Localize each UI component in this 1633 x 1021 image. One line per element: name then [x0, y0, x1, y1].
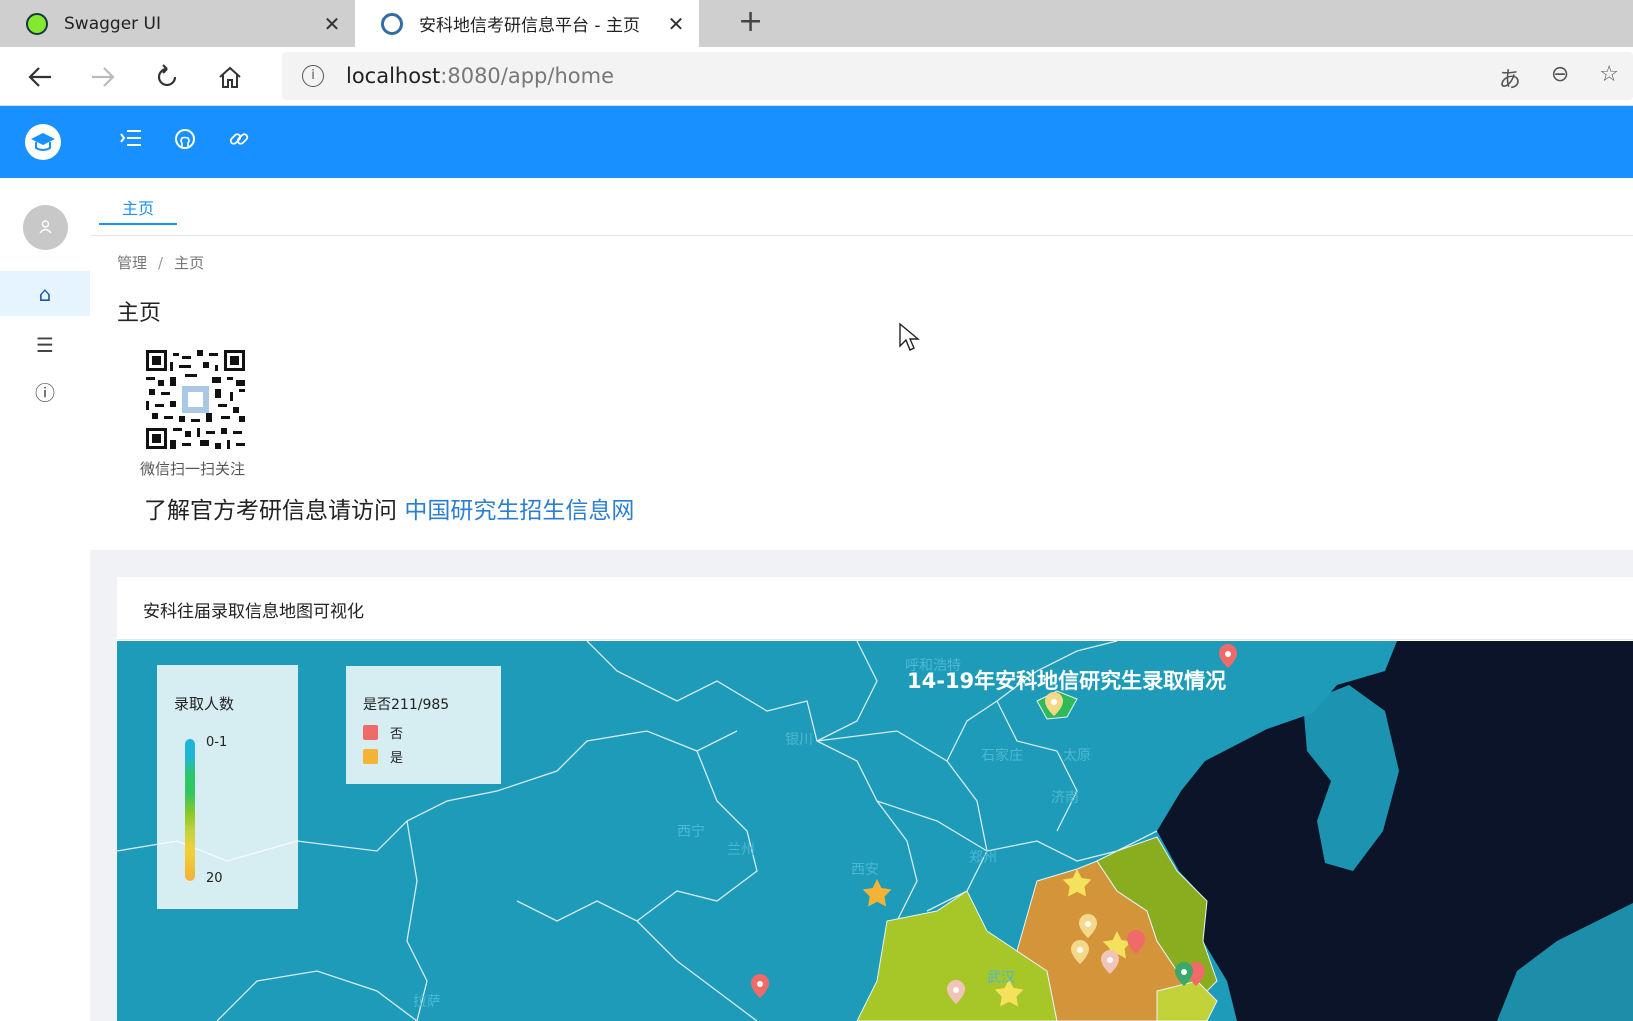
home-icon[interactable]: [210, 57, 250, 97]
menu-fold-icon[interactable]: [117, 128, 145, 156]
sidebar: ⌂ ☰ ⓘ: [0, 178, 90, 1021]
chsi-link[interactable]: 中国研究生招生信息网: [404, 498, 634, 524]
url-text: localhost:8080/app/home: [346, 64, 614, 88]
home-icon: ⌂: [38, 281, 52, 306]
list-icon: ☰: [36, 332, 54, 357]
graduation-cap-icon[interactable]: [25, 124, 61, 160]
tab-title: Swagger UI: [64, 13, 162, 34]
favorite-star-icon[interactable]: ☆: [1599, 62, 1619, 94]
mouse-cursor-icon: [899, 322, 920, 351]
map-card: 安科往届录取信息地图可视化 呼和浩特 银川 石家庄 济南 西宁 兰州 郑州 西安…: [117, 577, 1633, 1021]
official-info-prefix: 了解官方考研信息请访问: [144, 498, 405, 524]
card-divider: [117, 639, 1633, 640]
tab-title: 安科地信考研信息平台 - 主页: [419, 16, 640, 36]
breadcrumb-separator: /: [158, 254, 164, 272]
legend-label: 是: [390, 751, 404, 766]
page-title: 主页: [117, 301, 162, 326]
official-info-text: 了解官方考研信息请访问 中国研究生招生信息网: [144, 491, 634, 525]
city-label: 太原: [1063, 748, 1091, 764]
translate-icon[interactable]: あ: [1499, 62, 1521, 94]
legend-title: 是否211/985: [363, 697, 450, 713]
city-label: 兰州: [727, 842, 755, 858]
breadcrumb-item-home: 主页: [174, 254, 205, 272]
browser-tab-bar: Swagger UI ✕ 安科地信考研信息平台 - 主页 ✕ +: [0, 0, 1633, 47]
city-label: 石家庄: [981, 748, 1023, 764]
site-info-icon[interactable]: i: [302, 65, 324, 87]
city-label: 郑州: [969, 850, 997, 866]
city-label: 拉萨: [413, 994, 441, 1010]
sidebar-item-list[interactable]: ☰: [0, 322, 90, 367]
link-icon[interactable]: [225, 128, 253, 156]
city-label: 武汉: [987, 970, 1015, 986]
browser-tab-platform[interactable]: 安科地信考研信息平台 - 主页 ✕: [355, 0, 699, 47]
info-icon: ⓘ: [35, 381, 55, 405]
breadcrumb: 管理 / 主页: [117, 252, 204, 273]
city-label: 西安: [851, 862, 879, 878]
tab-home[interactable]: 主页: [99, 195, 177, 225]
platform-favicon-icon: [381, 12, 403, 35]
city-label: 西宁: [677, 824, 705, 840]
browser-tab-swagger[interactable]: Swagger UI ✕: [0, 0, 355, 47]
page-tabs: 主页: [90, 178, 1633, 236]
legend-label: 否: [390, 727, 404, 742]
breadcrumb-item-manage[interactable]: 管理: [117, 254, 147, 272]
forward-arrow-icon[interactable]: [83, 57, 123, 97]
url-field[interactable]: i localhost:8080/app/home あ ⊖ ☆: [282, 52, 1633, 100]
admission-map[interactable]: 呼和浩特 银川 石家庄 济南 西宁 兰州 郑州 西安 太原 拉萨 武汉 14-1…: [117, 641, 1633, 1021]
wechat-qr-code: [146, 350, 245, 449]
legend-item-no[interactable]: 否: [363, 723, 403, 742]
user-avatar[interactable]: [23, 205, 68, 250]
zoom-out-icon[interactable]: ⊖: [1551, 62, 1569, 94]
github-icon[interactable]: [171, 128, 199, 156]
city-label: 济南: [1051, 790, 1079, 806]
sidebar-item-home[interactable]: ⌂: [0, 271, 90, 316]
map-canvas: [117, 641, 1633, 1021]
back-arrow-icon[interactable]: [20, 57, 60, 97]
map-title: 14-19年安科地信研究生录取情况: [907, 669, 1227, 693]
legend-swatch: [363, 749, 378, 764]
legend-min-label: 20: [206, 871, 223, 886]
legend-swatch: [363, 725, 378, 740]
sidebar-item-info[interactable]: ⓘ: [0, 369, 90, 414]
admission-count-legend[interactable]: 录取人数 0-1 20: [157, 665, 298, 909]
app-header: [0, 106, 1633, 178]
close-tab-icon[interactable]: ✕: [317, 12, 347, 36]
map-card-title: 安科往届录取信息地图可视化: [143, 602, 364, 622]
visual-map-gradient[interactable]: [185, 739, 195, 881]
legend-item-yes[interactable]: 是: [363, 747, 403, 766]
new-tab-icon[interactable]: +: [738, 4, 763, 39]
school-type-legend: 是否211/985 否 是: [346, 666, 501, 784]
reload-icon[interactable]: [147, 57, 187, 97]
close-tab-icon[interactable]: ✕: [661, 12, 691, 36]
address-bar-row: i localhost:8080/app/home あ ⊖ ☆: [0, 47, 1633, 106]
qr-caption: 微信扫一扫关注: [140, 460, 246, 478]
legend-title: 录取人数: [174, 695, 235, 713]
swagger-favicon-icon: [26, 12, 48, 35]
city-label: 银川: [785, 732, 813, 748]
legend-max-label: 0-1: [206, 735, 228, 750]
main-content: 主页 管理 / 主页 主页 微信扫一扫关注 了解官方考研信息请访问 中国研究生招…: [90, 178, 1633, 1021]
page-header-section: 主页 管理 / 主页 主页 微信扫一扫关注 了解官方考研信息请访问 中国研究生招…: [90, 178, 1633, 550]
